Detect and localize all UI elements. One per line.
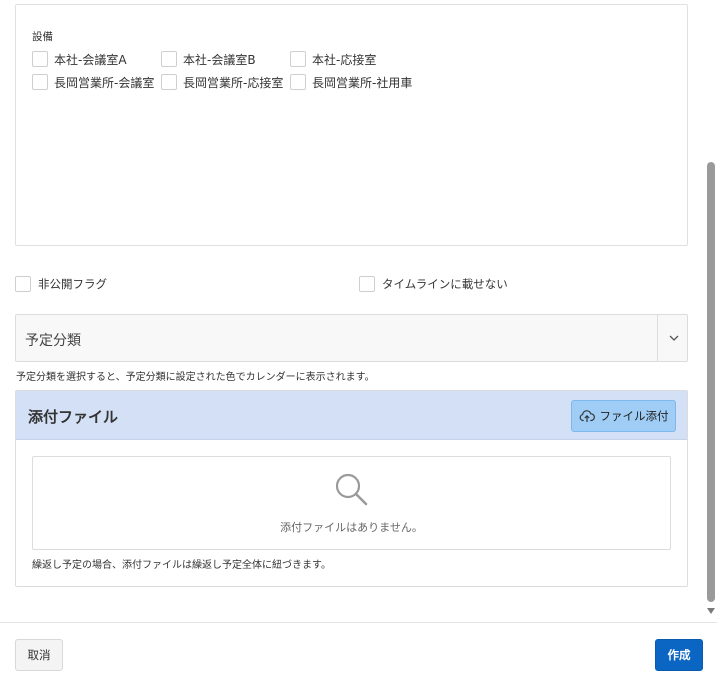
select-divider (657, 315, 658, 361)
equipment-option-label: 本社-応接室 (312, 52, 377, 67)
equipment-option-nagaoka-room[interactable]: 長岡営業所-会議室 (32, 73, 154, 91)
attachments-empty-text: 添付ファイルはありません。 (280, 521, 423, 534)
attach-file-button-label: ファイル添付 (599, 409, 669, 423)
equipment-option-honsha-room-b[interactable]: 本社-会議室B (161, 50, 256, 68)
create-button[interactable]: 作成 (655, 639, 703, 671)
attachments-empty-state: 添付ファイルはありません。 (32, 456, 671, 550)
scrollbar-thumb[interactable] (707, 162, 715, 602)
equipment-option-honsha-reception[interactable]: 本社-応接室 (290, 50, 376, 68)
equipment-option-nagaoka-reception[interactable]: 長岡営業所-応接室 (161, 73, 283, 91)
private-flag-checkbox[interactable]: 非公開フラグ (15, 275, 107, 293)
attachments-title: 添付ファイル (28, 408, 119, 426)
category-select[interactable]: 予定分類 (15, 314, 688, 362)
cloud-upload-icon (579, 410, 595, 422)
category-select-value: 予定分類 (25, 333, 81, 349)
dialog-scroll-area: 設備 本社-会議室A 本社-会議室B 本社-応接室 長岡営業所-会議室 長岡営業… (0, 0, 705, 622)
vertical-scrollbar[interactable] (705, 0, 717, 622)
scroll-down-arrow-icon[interactable] (707, 608, 715, 614)
checkbox[interactable] (359, 276, 375, 292)
hide-from-timeline-label: タイムラインに載せない (382, 277, 508, 291)
search-icon (335, 473, 368, 506)
dialog-footer: 取消 作成 (0, 622, 717, 685)
checkbox[interactable] (32, 51, 48, 67)
equipment-label: 設備 (32, 31, 53, 43)
checkbox[interactable] (15, 276, 31, 292)
checkbox[interactable] (161, 74, 177, 90)
equipment-option-label: 本社-会議室B (183, 52, 256, 67)
equipment-option-label: 長岡営業所-応接室 (183, 75, 284, 90)
hide-from-timeline-checkbox[interactable]: タイムラインに載せない (359, 275, 508, 293)
equipment-option-label: 長岡営業所-社用車 (312, 75, 413, 90)
checkbox[interactable] (290, 74, 306, 90)
private-flag-label: 非公開フラグ (38, 277, 107, 291)
cancel-button[interactable]: 取消 (15, 639, 63, 671)
equipment-panel: 設備 本社-会議室A 本社-会議室B 本社-応接室 長岡営業所-会議室 長岡営業… (15, 4, 688, 246)
checkbox[interactable] (32, 74, 48, 90)
checkbox[interactable] (290, 51, 306, 67)
chevron-down-icon[interactable] (667, 331, 681, 345)
attachments-header: 添付ファイル ファイル添付 (16, 391, 687, 440)
equipment-option-nagaoka-car[interactable]: 長岡営業所-社用車 (290, 73, 412, 91)
attach-file-button[interactable]: ファイル添付 (571, 400, 676, 432)
checkbox[interactable] (161, 51, 177, 67)
equipment-option-honsha-room-a[interactable]: 本社-会議室A (32, 50, 127, 68)
equipment-option-label: 本社-会議室A (54, 52, 127, 67)
category-hint: 予定分類を選択すると、予定分類に設定された色でカレンダーに表示されます。 (16, 372, 375, 383)
equipment-option-label: 長岡営業所-会議室 (54, 75, 155, 90)
attachments-note: 繰返し予定の場合、添付ファイルは繰返し予定全体に紐づきます。 (32, 560, 331, 571)
attachments-region: 添付ファイル ファイル添付 添付ファイルはありません。 繰返し予定の場合、添付フ… (15, 390, 688, 587)
